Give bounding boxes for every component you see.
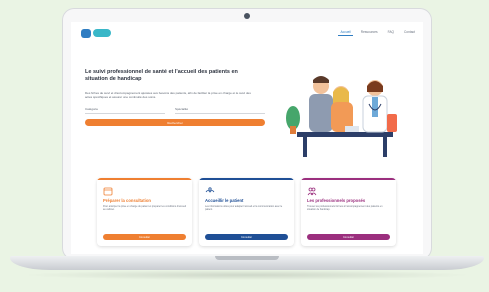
card-welcome-patient[interactable]: Accueillir le patient Les informations u… xyxy=(199,178,294,246)
card-accent xyxy=(301,178,396,180)
person-body-icon xyxy=(309,94,333,132)
nav-item-ressources[interactable]: Ressources xyxy=(359,29,380,36)
nav-item-contact[interactable]: Contact xyxy=(402,29,417,36)
card-description: Les informations utiles pour adapter l'a… xyxy=(205,205,283,212)
hero-title: Le suivi professionnel de santé et l'acc… xyxy=(85,69,238,82)
hero-text: Des fiches de suivi et d'accompagnement … xyxy=(85,91,251,99)
person-hair-icon xyxy=(313,76,329,83)
logo-mark-icon xyxy=(81,28,91,38)
card-title: Préparer la consultation xyxy=(103,198,151,203)
woman-hair-icon xyxy=(333,87,349,104)
base-notch xyxy=(215,256,279,260)
main-nav: Accueil Ressources FAQ Contact xyxy=(338,29,417,36)
screen: Accueil Ressources FAQ Contact Le suivi … xyxy=(71,22,423,254)
card-accent xyxy=(97,178,192,180)
calendar-icon xyxy=(103,187,113,196)
card-description: Pour anticiper la prise en charge du pat… xyxy=(103,205,186,212)
specialty-label: Spécialité xyxy=(175,107,189,111)
table-leg-icon-2 xyxy=(383,137,387,157)
logo-pill-icon xyxy=(93,29,111,37)
card-button[interactable]: Consulter xyxy=(307,234,390,240)
logo[interactable] xyxy=(81,27,111,39)
card-description: Trouver les professionnels formés à l'ac… xyxy=(307,205,383,212)
camera-icon xyxy=(244,13,250,19)
chair-icon xyxy=(387,114,397,132)
table-top-icon xyxy=(297,132,393,137)
nav-item-faq[interactable]: FAQ xyxy=(386,29,396,36)
hero-illustration xyxy=(286,76,397,157)
hands-icon xyxy=(205,187,215,193)
category-select[interactable] xyxy=(85,113,165,114)
nav-item-accueil[interactable]: Accueil xyxy=(338,29,353,36)
card-professionals[interactable]: Les professionnels proposés Trouver les … xyxy=(301,178,396,246)
plant-pot-icon xyxy=(290,126,296,134)
card-prepare-consultation[interactable]: Préparer la consultation Pour anticiper … xyxy=(97,178,192,246)
card-button[interactable]: Consulter xyxy=(103,234,186,240)
specialty-select[interactable] xyxy=(175,113,265,114)
document-icon xyxy=(345,126,359,132)
card-button[interactable]: Consulter xyxy=(205,234,288,240)
doctor-shirt-icon xyxy=(372,97,378,117)
top-bar: Accueil Ressources FAQ Contact xyxy=(71,22,423,46)
category-label: Catégorie xyxy=(85,107,99,111)
laptop-base xyxy=(10,256,484,270)
table-leg-icon xyxy=(303,137,307,157)
people-icon xyxy=(307,187,317,196)
laptop-lid: Accueil Ressources FAQ Contact Le suivi … xyxy=(62,8,432,260)
search-button[interactable]: Rechercher xyxy=(85,119,265,126)
card-accent xyxy=(199,178,294,180)
laptop-shadow xyxy=(20,270,474,280)
card-title: Les professionnels proposés xyxy=(307,198,366,203)
card-title: Accueillir le patient xyxy=(205,198,244,203)
